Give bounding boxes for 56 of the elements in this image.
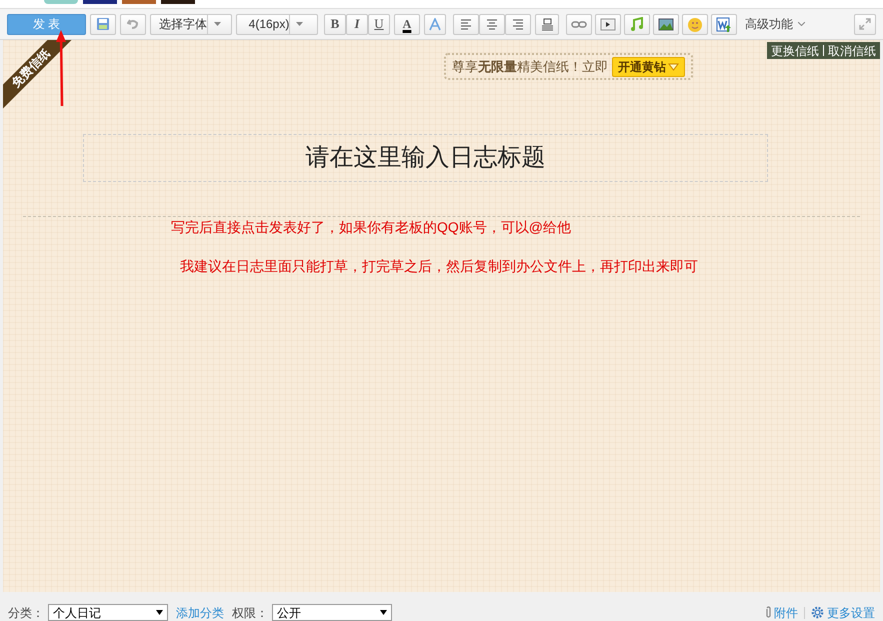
save-button[interactable] (90, 14, 116, 34)
align-right-button[interactable] (505, 14, 531, 34)
advanced-menu[interactable]: 高级功能 (745, 15, 805, 33)
title-field[interactable]: 请在这里输入日志标题 (83, 134, 768, 182)
italic-button[interactable]: I (346, 14, 368, 34)
thumbnail[interactable] (122, 0, 156, 4)
undo-icon (127, 18, 139, 30)
emoticon-button[interactable] (682, 14, 708, 34)
image-text-icon (540, 18, 554, 30)
caret-icon (380, 610, 387, 615)
undo-button[interactable] (120, 14, 146, 34)
vip-upgrade-button[interactable]: 开通黄钻 (612, 56, 685, 76)
caret-icon (156, 610, 163, 615)
thumbnail[interactable] (161, 0, 195, 4)
save-icon (96, 17, 110, 31)
underline-button[interactable]: U (368, 14, 390, 34)
document-upload-icon (716, 16, 732, 32)
paperclip-icon (765, 606, 772, 619)
body-text: 写完后直接点击发表好了，如果你有老板的QQ账号，可以@给他 (171, 218, 572, 237)
category-label: 分类： (8, 604, 44, 621)
permission-label: 权限： (232, 604, 268, 621)
align-right-icon (511, 17, 525, 31)
caret-icon (214, 22, 221, 26)
video-button[interactable] (595, 14, 621, 34)
landscape-picture-icon (658, 16, 674, 32)
text-effect-icon (429, 18, 441, 30)
image-button[interactable] (653, 14, 679, 34)
chevron-down-icon (798, 22, 805, 26)
promo-text: 尊享无限量精美信纸！立即 (452, 58, 608, 76)
change-stationery-link[interactable]: 更换信纸 (771, 42, 819, 60)
align-left-button[interactable] (453, 14, 479, 34)
body-text: 我建议在日志里面只能打草，打完草之后，然后复制到办公文件上，再打印出来即可 (180, 257, 699, 276)
smiley-icon (687, 16, 703, 32)
link-button[interactable] (566, 14, 592, 34)
caret-icon (296, 22, 304, 26)
font-select[interactable]: 选择字体 (150, 14, 232, 34)
play-icon (600, 16, 616, 32)
bold-button[interactable]: B (324, 14, 346, 34)
cancel-stationery-link[interactable]: 取消信纸 (828, 42, 876, 60)
image-layout-button[interactable] (535, 14, 559, 34)
category-select[interactable]: 个人日记 (48, 604, 168, 621)
font-color-button[interactable]: A (394, 14, 420, 34)
align-center-icon (485, 17, 499, 31)
diamond-icon (668, 62, 679, 70)
thumbnail[interactable] (83, 0, 117, 4)
fullscreen-button[interactable] (854, 14, 876, 34)
word-import-button[interactable] (711, 14, 737, 34)
editor-area[interactable]: 免费信纸 更换信纸 取消信纸 尊享无限量精美信纸！立即 开通黄钻 请在这里输入日志标题 写完后直接点击发表好了，如果你有老板的QQ账号，可以@给他 我建议在日志里面只能打草，打完草之后，然后复制到办公文件上，再打印出来即可 (3, 40, 880, 592)
music-note-icon (629, 16, 645, 32)
highlight-button[interactable] (424, 14, 446, 34)
size-select[interactable]: 4(16px) (236, 14, 318, 34)
align-left-icon (459, 17, 473, 31)
settings-icon (811, 606, 824, 619)
align-center-button[interactable] (479, 14, 505, 34)
permission-select[interactable]: 公开 (272, 604, 392, 621)
thumbnail[interactable] (44, 0, 78, 4)
